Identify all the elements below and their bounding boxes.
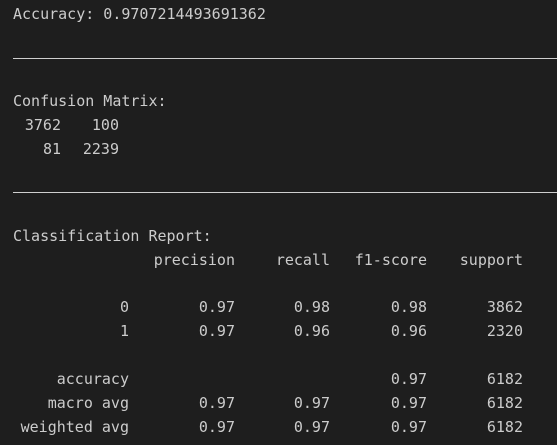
row-label: 1: [119, 322, 129, 340]
f1-value: 0.97: [390, 394, 427, 412]
header-precision: precision: [153, 251, 235, 269]
header-recall: recall: [275, 251, 330, 269]
recall-value: 0.98: [293, 298, 330, 316]
precision-value: 0.97: [198, 418, 235, 436]
cm-cell: 81: [42, 140, 61, 158]
precision-value: 0.97: [198, 322, 235, 340]
support-value: 6182: [486, 370, 523, 388]
f1-value: 0.96: [390, 322, 427, 340]
confusion-matrix-title: Confusion Matrix:: [13, 92, 167, 110]
cm-cell: 2239: [82, 140, 119, 158]
f1-value: 0.98: [390, 298, 427, 316]
support-value: 6182: [486, 394, 523, 412]
recall-value: 0.97: [293, 394, 330, 412]
f1-value: 0.97: [390, 418, 427, 436]
classification-report-title: Classification Report:: [13, 227, 212, 245]
recall-value: 0.97: [293, 418, 330, 436]
header-support: support: [459, 251, 523, 269]
precision-value: 0.97: [198, 298, 235, 316]
recall-value: 0.96: [293, 322, 330, 340]
header-f1-score: f1-score: [354, 251, 427, 269]
row-label: accuracy: [56, 370, 129, 388]
accuracy-output: Accuracy: 0.9707214493691362: [13, 5, 266, 23]
row-label: 0: [119, 298, 129, 316]
precision-value: 0.97: [198, 394, 235, 412]
row-label: weighted avg: [20, 418, 129, 436]
divider-1: [13, 58, 557, 59]
support-value: 3862: [486, 298, 523, 316]
support-value: 6182: [486, 418, 523, 436]
cm-cell: 100: [91, 116, 119, 134]
cm-cell: 3762: [24, 116, 61, 134]
f1-value: 0.97: [390, 370, 427, 388]
support-value: 2320: [486, 322, 523, 340]
divider-2: [13, 192, 557, 193]
row-label: macro avg: [47, 394, 129, 412]
